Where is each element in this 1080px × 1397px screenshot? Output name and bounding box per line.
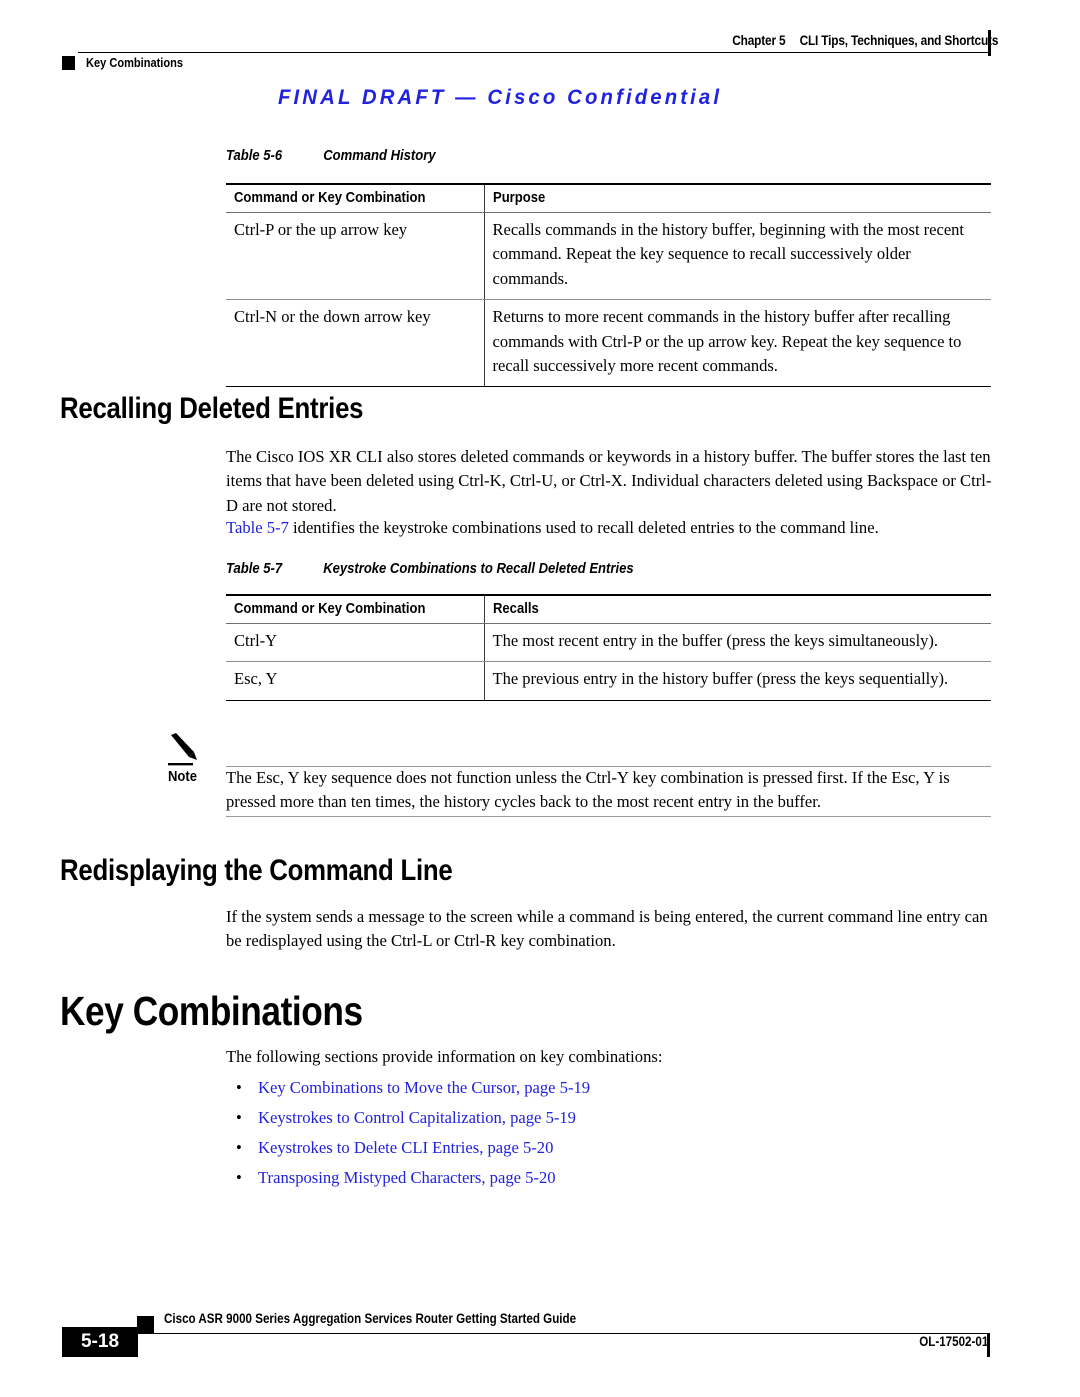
heading-recalling-deleted-entries: Recalling Deleted Entries xyxy=(60,392,364,425)
paragraph-recalling-2: Table 5-7 identifies the keystroke combi… xyxy=(226,516,992,540)
table-5-6-cell-purpose-0: Recalls commands in the history buffer, … xyxy=(483,212,991,301)
table-row: Ctrl-Y The most recent entry in the buff… xyxy=(226,623,991,663)
pencil-icon xyxy=(168,733,197,766)
footer-rule xyxy=(137,1333,989,1334)
table-header-row: Command or Key Combination Purpose xyxy=(226,183,991,213)
table-5-6-caption-number: Table 5-6 xyxy=(226,148,283,164)
paragraph-redisplaying: If the system sends a message to the scr… xyxy=(226,907,988,951)
header-rule xyxy=(78,52,988,53)
heading-redisplaying-command-line: Redisplaying the Command Line xyxy=(60,854,453,887)
table-row: Esc, Y The previous entry in the history… xyxy=(226,661,991,701)
note-text: The Esc, Y key sequence does not functio… xyxy=(226,768,950,812)
table-5-7-cell-recalls-1: The previous entry in the history buffer… xyxy=(483,661,991,701)
table-5-7-cell-recalls-0: The most recent entry in the buffer (pre… xyxy=(483,623,991,663)
footer-document-id: OL-17502-01 xyxy=(918,1334,988,1349)
table-5-7-cell-command-0: Ctrl-Y xyxy=(226,623,484,663)
table-row: Ctrl-P or the up arrow key Recalls comma… xyxy=(226,212,991,301)
table-5-6-caption-title: Command History xyxy=(323,148,436,164)
table-5-6-cell-purpose-1: Returns to more recent commands in the h… xyxy=(483,299,991,388)
list-item[interactable]: • Keystrokes to Control Capitalization, … xyxy=(226,1106,991,1130)
list-item[interactable]: • Transposing Mistyped Characters, page … xyxy=(226,1166,991,1190)
note-label: Note xyxy=(168,769,198,785)
header-section-marker: Key Combinations xyxy=(86,55,184,70)
link-keystrokes-delete-cli-entries[interactable]: Keystrokes to Delete CLI Entries, page 5… xyxy=(258,1136,991,1160)
bullet-icon: • xyxy=(236,1108,242,1127)
table-5-6-header-purpose: Purpose xyxy=(483,183,991,213)
table-5-7: Command or Key Combination Recalls Ctrl-… xyxy=(226,594,991,701)
bullet-icon: • xyxy=(236,1138,242,1157)
table-5-7-caption-title: Keystroke Combinations to Recall Deleted… xyxy=(323,561,634,577)
running-header-right: Chapter 5 CLI Tips, Techniques, and Short… xyxy=(732,33,998,48)
header-square-marker-icon xyxy=(62,56,75,70)
table-5-6-header-command: Command or Key Combination xyxy=(226,183,484,213)
footer-page-number: 5-18 xyxy=(62,1327,138,1357)
table-5-7-header-recalls: Recalls xyxy=(483,594,991,624)
header-edge-tick xyxy=(988,30,991,56)
table-5-6-caption: Table 5-6 Command History xyxy=(226,148,915,164)
table-row: Ctrl-N or the down arrow key Returns to … xyxy=(226,299,991,388)
header-chapter-number: Chapter 5 xyxy=(732,33,786,48)
table-5-7-cell-command-1: Esc, Y xyxy=(226,661,484,701)
table-5-7-caption-number: Table 5-7 xyxy=(226,561,283,577)
bullet-icon: • xyxy=(236,1078,242,1097)
table-5-6: Command or Key Combination Purpose Ctrl-… xyxy=(226,183,991,388)
table-5-7-caption: Table 5-7 Keystroke Combinations to Recal… xyxy=(226,561,915,577)
table-5-6-cell-command-0: Ctrl-P or the up arrow key xyxy=(226,212,484,301)
list-item[interactable]: • Key Combinations to Move the Cursor, p… xyxy=(226,1076,991,1100)
draft-watermark: FINAL DRAFT — Cisco Confidential xyxy=(278,86,723,109)
link-key-combinations-move-cursor[interactable]: Key Combinations to Move the Cursor, pag… xyxy=(258,1076,991,1100)
link-keystrokes-control-capitalization[interactable]: Keystrokes to Control Capitalization, pa… xyxy=(258,1106,991,1130)
note-rule-bottom xyxy=(226,816,991,817)
paragraph-key-combinations-intro: The following sections provide informati… xyxy=(226,1047,663,1066)
link-transposing-mistyped-characters[interactable]: Transposing Mistyped Characters, page 5-… xyxy=(258,1166,991,1190)
bullet-icon: • xyxy=(236,1168,242,1187)
list-item[interactable]: • Keystrokes to Delete CLI Entries, page… xyxy=(226,1136,991,1160)
table-5-7-crossref-link[interactable]: Table 5-7 xyxy=(226,518,289,537)
header-chapter-title: CLI Tips, Techniques, and Shortcuts xyxy=(799,33,998,48)
table-header-row: Command or Key Combination Recalls xyxy=(226,594,991,624)
document-page: Chapter 5 CLI Tips, Techniques, and Short… xyxy=(0,0,1080,1397)
paragraph-recalling-1: The Cisco IOS XR CLI also stores deleted… xyxy=(226,447,992,515)
table-5-6-cell-command-1: Ctrl-N or the down arrow key xyxy=(226,299,484,388)
paragraph-recalling-2-rest: identifies the keystroke combinations us… xyxy=(288,518,879,537)
heading-key-combinations: Key Combinations xyxy=(60,988,363,1034)
footer-square-marker-icon xyxy=(137,1316,154,1333)
table-5-7-header-command: Command or Key Combination xyxy=(226,594,484,624)
footer-document-title: Cisco ASR 9000 Series Aggregation Servic… xyxy=(164,1311,577,1326)
